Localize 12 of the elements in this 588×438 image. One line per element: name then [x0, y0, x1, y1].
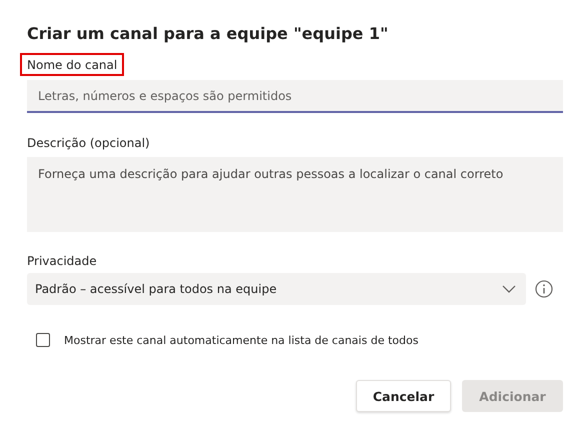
channel-name-field[interactable]: Letras, números e espaços são permitidos: [27, 80, 563, 113]
field-label: Privacidade: [27, 254, 97, 268]
field-label: Nome do canal: [20, 53, 124, 76]
checkbox-label: Mostrar este canal automaticamente na lista de canais de todos: [64, 334, 418, 346]
info-icon[interactable]: [535, 280, 553, 298]
field-label: Descrição (opcional): [27, 136, 150, 150]
cancel-button[interactable]: Cancelar: [356, 380, 451, 412]
dialog-title: Criar um canal para a equipe "equipe 1": [27, 24, 390, 43]
chevron-down-icon: [502, 285, 516, 293]
checkbox[interactable]: [36, 333, 50, 347]
privacy-dropdown[interactable]: Padrão – acessível para todos na equipe: [27, 273, 526, 305]
description-field[interactable]: Forneça uma descrição para ajudar outras pessoas a localizar o canal correto: [27, 157, 563, 232]
